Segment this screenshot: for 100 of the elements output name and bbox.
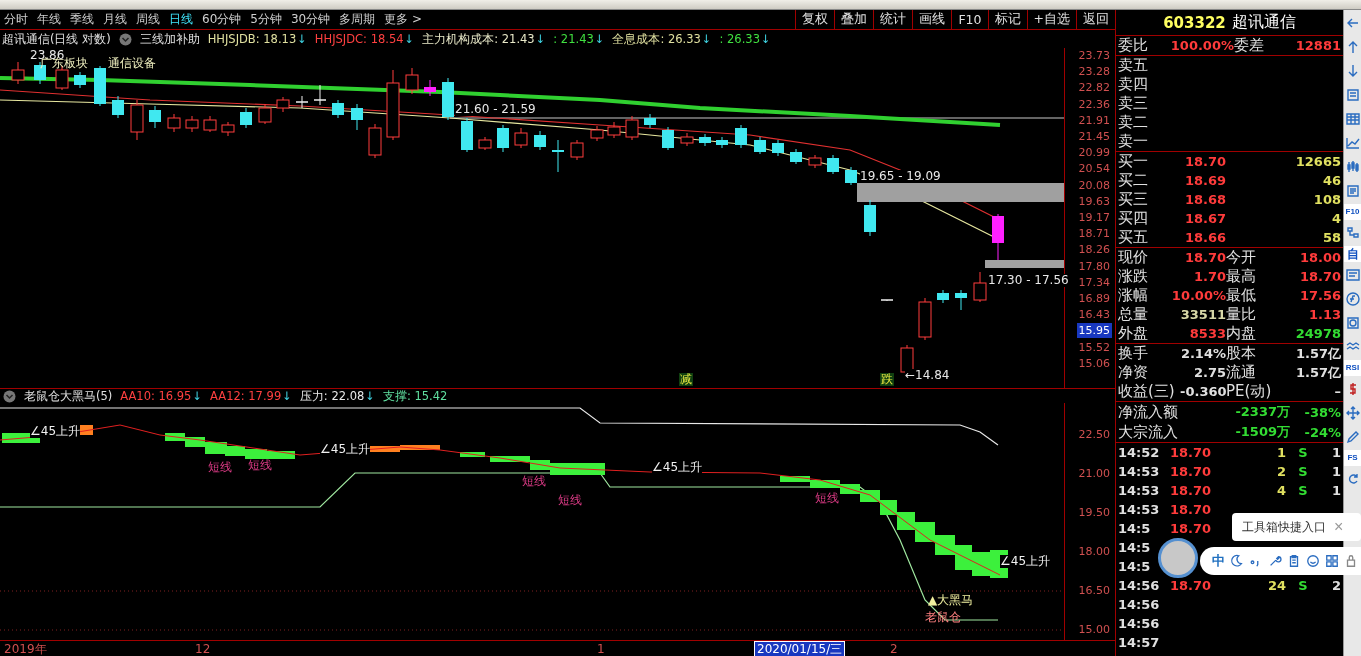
bid-volume: 108 bbox=[1312, 192, 1341, 207]
period-tab[interactable]: 更多 > bbox=[384, 11, 423, 28]
axis-label: 19.63 bbox=[1077, 193, 1111, 209]
candlestick bbox=[590, 125, 604, 142]
period-tab[interactable]: 年线 bbox=[37, 11, 61, 28]
candlestick bbox=[754, 136, 766, 155]
candlestick bbox=[845, 166, 857, 186]
bid-price: 18.67 bbox=[1183, 211, 1226, 226]
chart-label: 通信设备 bbox=[108, 57, 156, 70]
indicator-value: 压力: 22.08 bbox=[299, 388, 365, 404]
field-label: 流通 bbox=[1226, 363, 1257, 382]
candlestick bbox=[973, 271, 987, 303]
period-tab[interactable]: 日线 bbox=[169, 11, 193, 28]
tick-price: 18.70 bbox=[1170, 521, 1213, 536]
wrench-icon[interactable] bbox=[1268, 554, 1282, 568]
axis-label: 20.54 bbox=[1077, 161, 1111, 177]
period-tab[interactable]: 5分钟 bbox=[250, 11, 282, 28]
smiley-icon[interactable] bbox=[1306, 554, 1320, 568]
avatar[interactable] bbox=[1158, 538, 1198, 578]
period-tab[interactable]: 分时 bbox=[4, 11, 28, 28]
field-value: 18.70 bbox=[1183, 250, 1226, 265]
field-label: PE(动) bbox=[1226, 382, 1273, 401]
candlestick bbox=[74, 71, 86, 89]
chart-label: ←14.84 bbox=[905, 369, 950, 382]
indicator-value: 支撑: 15.42 bbox=[382, 388, 448, 404]
pencil-icon[interactable] bbox=[1344, 429, 1361, 445]
field-label: 委差 bbox=[1234, 36, 1265, 55]
text-box-icon[interactable] bbox=[1344, 267, 1361, 283]
axis-label: 17.80 bbox=[1077, 258, 1111, 274]
dropdown-icon[interactable] bbox=[118, 32, 132, 46]
tick-time: 14:57 bbox=[1118, 635, 1161, 650]
axis-label: 20.08 bbox=[1077, 177, 1111, 193]
candlestick bbox=[992, 213, 1004, 261]
period-tab[interactable]: 周线 bbox=[136, 11, 160, 28]
indicator-value: : 26.33 bbox=[719, 32, 760, 46]
tick-side: S bbox=[1297, 464, 1309, 479]
move-icon[interactable] bbox=[1344, 405, 1361, 421]
field-value: 1.57亿 bbox=[1294, 363, 1341, 382]
candlestick bbox=[716, 136, 728, 149]
tool-button[interactable]: FS bbox=[1344, 450, 1361, 466]
flow-amount: -2337万 bbox=[1234, 403, 1290, 421]
dropdown-icon[interactable] bbox=[3, 389, 16, 403]
period-tab[interactable]: 60分钟 bbox=[202, 11, 242, 28]
function-icon[interactable] bbox=[1344, 291, 1361, 307]
tool-button[interactable]: RSI bbox=[1344, 360, 1361, 376]
input-mode-button[interactable]: 中 bbox=[1212, 552, 1225, 570]
tick-side: S bbox=[1297, 445, 1309, 460]
candlestick bbox=[680, 132, 694, 147]
candlestick bbox=[130, 99, 144, 141]
candlestick bbox=[570, 139, 584, 161]
indicator-value: HHJSJDB: 18.13 bbox=[207, 32, 297, 46]
candlestick bbox=[937, 289, 949, 304]
chart-label: 老鼠仓 bbox=[925, 611, 961, 624]
document-icon[interactable] bbox=[1344, 183, 1361, 199]
field-label: 现价 bbox=[1118, 248, 1149, 267]
candlestick-icon[interactable] bbox=[1344, 159, 1361, 175]
moon-icon[interactable] bbox=[1230, 554, 1244, 568]
bid-price: 18.69 bbox=[1183, 173, 1226, 188]
tick-count: 1 bbox=[1330, 445, 1341, 460]
indicator-value: HHJSJDC: 18.54 bbox=[314, 32, 404, 46]
clipboard-icon[interactable] bbox=[1287, 554, 1301, 568]
tool-button[interactable]: 自 bbox=[1344, 246, 1361, 262]
stock-code: 603322 bbox=[1163, 13, 1226, 32]
axis-label: 20.99 bbox=[1077, 145, 1111, 161]
period-tab[interactable]: 多周期 bbox=[339, 11, 376, 28]
chart-label: ▲大黑马 bbox=[928, 594, 974, 607]
tree-icon[interactable] bbox=[1344, 225, 1361, 241]
period-tab[interactable]: 季线 bbox=[70, 11, 94, 28]
tick-count: 2 bbox=[1330, 578, 1341, 593]
field-value: 1.70 bbox=[1192, 269, 1226, 284]
down-arrow-icon: ↓ bbox=[365, 388, 375, 404]
axis-label: 16.89 bbox=[1077, 291, 1111, 307]
candlestick bbox=[276, 96, 290, 113]
candlestick bbox=[644, 113, 656, 129]
field-label: 外盘 bbox=[1118, 324, 1149, 343]
line-chart-icon[interactable] bbox=[1344, 135, 1361, 151]
period-tab[interactable]: 月线 bbox=[103, 11, 127, 28]
field-label: 最低 bbox=[1226, 286, 1257, 305]
tool-button[interactable]: F10 bbox=[1344, 204, 1361, 220]
field-value: 18.00 bbox=[1298, 250, 1341, 265]
axis-label: 19.17 bbox=[1077, 210, 1111, 226]
candlestick bbox=[735, 124, 747, 149]
period-tab[interactable]: 30分钟 bbox=[290, 11, 331, 28]
candlestick bbox=[699, 133, 711, 147]
field-value: 33511 bbox=[1179, 307, 1226, 322]
grid-icon[interactable] bbox=[1325, 554, 1339, 568]
bid-label: 买四 bbox=[1118, 209, 1149, 228]
chart-label: 短线 bbox=[208, 461, 232, 474]
lock-icon[interactable] bbox=[1344, 554, 1358, 568]
axis-label: 19.50 bbox=[1077, 505, 1111, 520]
tick-side: S bbox=[1297, 483, 1309, 498]
tooltip-text: 工具箱快捷入口 bbox=[1242, 518, 1326, 536]
date-label: 2020/01/15/三 bbox=[755, 642, 845, 656]
axis-label: 22.82 bbox=[1077, 80, 1111, 96]
candlestick bbox=[221, 121, 235, 137]
field-value: 1.57亿 bbox=[1294, 344, 1341, 363]
down-arrow-icon: ↓ bbox=[760, 32, 771, 46]
grid-icon[interactable] bbox=[1344, 111, 1361, 127]
ask-label: 卖三 bbox=[1118, 94, 1148, 113]
list-icon[interactable] bbox=[1344, 87, 1361, 103]
